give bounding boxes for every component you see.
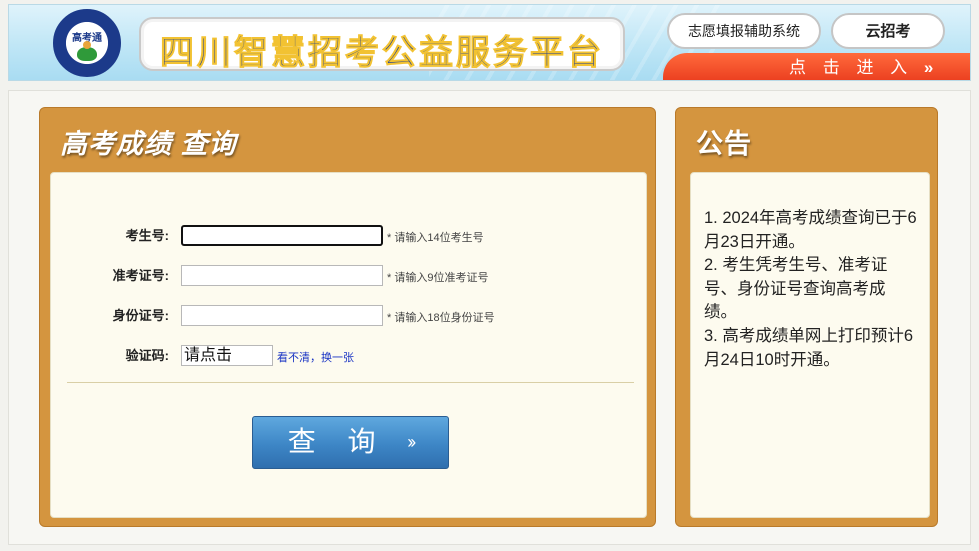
cloud-exam-button[interactable]: 云招考 (831, 13, 945, 49)
leaf-icon (77, 47, 97, 61)
candidate-number-hint: * 请输入14位考生号 (387, 232, 484, 244)
double-arrow-icon: ›› (407, 432, 416, 452)
notice-panel: 公告 1. 2024年高考成绩查询已于6月23日开通。 2. 考生凭考生号、准考… (675, 107, 938, 527)
site-title-text: 四川智慧招考公益服务平台 (160, 33, 604, 74)
id-number-label: 身份证号: (112, 308, 169, 323)
id-number-input[interactable] (181, 305, 383, 326)
enter-button[interactable]: 点 击 进 入 » (663, 53, 970, 80)
form-divider (67, 382, 634, 383)
notice-item: 2. 考生凭考生号、准考证号、身份证号查询高考成绩。 (704, 256, 888, 322)
notice-title: 公告 (696, 129, 752, 159)
volunteer-system-button[interactable]: 志愿填报辅助系统 (667, 13, 821, 49)
captcha-row: 验证码: 请点击 看不清，换一张 (51, 345, 648, 367)
score-query-title: 高考成绩 查询 (60, 129, 237, 159)
candidate-number-input[interactable] (181, 225, 383, 246)
notice-item: 3. 高考成绩单网上打印预计6月24日10时开通。 (704, 326, 914, 369)
admission-ticket-hint: * 请输入9位准考证号 (387, 272, 489, 284)
admission-ticket-input[interactable] (181, 265, 383, 286)
site-title: 四川智慧招考公益服务平台 (139, 17, 625, 74)
admission-ticket-row: 准考证号: * 请输入9位准考证号 (51, 265, 648, 287)
site-logo[interactable]: 高考通 (53, 9, 121, 77)
notice-list: 1. 2024年高考成绩查询已于6月23日开通。 2. 考生凭考生号、准考证号、… (704, 207, 918, 372)
site-header: 高考通 四川智慧招考公益服务平台 志愿填报辅助系统 云招考 点 击 进 入 » (8, 4, 971, 81)
double-chevron-icon: » (923, 58, 934, 77)
id-number-hint: * 请输入18位身份证号 (387, 312, 495, 324)
captcha-refresh-link[interactable]: 看不清，换一张 (277, 349, 354, 365)
query-submit-button[interactable]: 查 询 ›› (252, 416, 449, 469)
notice-item: 1. 2024年高考成绩查询已于6月23日开通。 (704, 209, 917, 251)
candidate-number-row: 考生号: * 请输入14位考生号 (51, 225, 648, 247)
id-number-row: 身份证号: * 请输入18位身份证号 (51, 305, 648, 327)
notice-body: 1. 2024年高考成绩查询已于6月23日开通。 2. 考生凭考生号、准考证号、… (690, 172, 930, 518)
enter-label: 点 击 进 入 (789, 58, 914, 77)
admission-ticket-label: 准考证号: (112, 268, 169, 283)
captcha-label: 验证码: (125, 348, 169, 363)
sun-icon (83, 41, 91, 49)
candidate-number-label: 考生号: (125, 228, 169, 243)
score-query-form: 考生号: * 请输入14位考生号 准考证号: * 请输入9位准考证号 身份证号:… (50, 172, 647, 518)
score-query-panel: 高考成绩 查询 考生号: * 请输入14位考生号 准考证号: * 请输入9位准考… (39, 107, 656, 527)
captcha-input[interactable]: 请点击 (181, 345, 273, 366)
query-submit-label: 查 询 (287, 426, 388, 457)
